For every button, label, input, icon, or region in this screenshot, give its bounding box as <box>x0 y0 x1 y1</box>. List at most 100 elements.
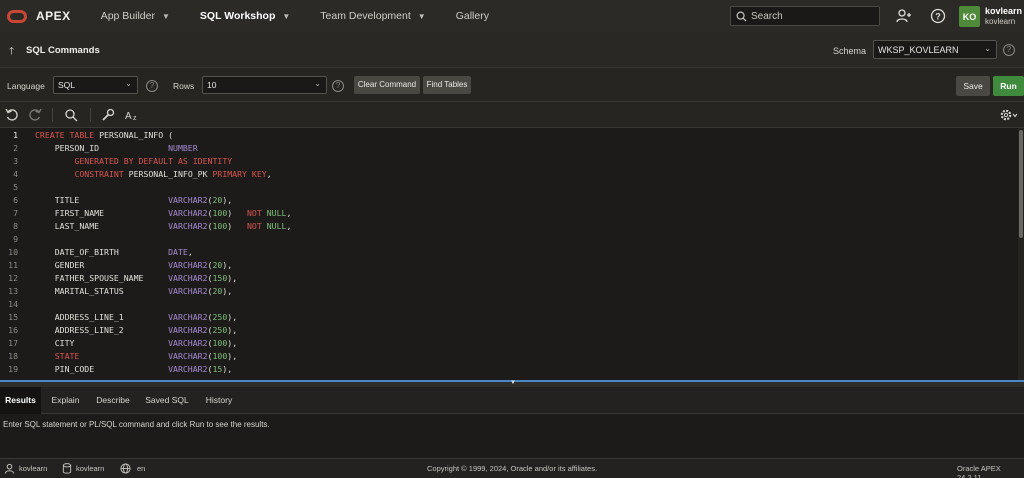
apex-sql-commands-page: APEX App Builder ▼ SQL Workshop ▼ Team D… <box>0 0 1024 478</box>
help-icon[interactable]: ? <box>1003 44 1015 56</box>
code-token: VARCHAR2 <box>168 364 208 374</box>
code-text: DATE_OF_BIRTH DATE, <box>35 246 193 259</box>
nav-app-builder[interactable]: App Builder ▼ <box>101 0 170 32</box>
search-input[interactable]: Search <box>730 6 880 26</box>
help-icon[interactable]: ? <box>930 8 946 24</box>
code-line[interactable]: 4 CONSTRAINT PERSONAL_INFO_PK PRIMARY KE… <box>0 168 1018 181</box>
code-line[interactable]: 1 CREATE TABLE PERSONAL_INFO ( <box>0 129 1018 142</box>
code-line[interactable]: 16 ADDRESS_LINE_2 VARCHAR2(250), <box>0 324 1018 337</box>
code-token: ), <box>227 351 238 361</box>
nav-team-development[interactable]: Team Development ▼ <box>320 0 425 32</box>
line-number: 15 <box>8 312 18 322</box>
nav-gallery[interactable]: Gallery <box>456 0 489 32</box>
avatar[interactable]: KO <box>959 6 980 27</box>
search-icon[interactable] <box>64 108 78 122</box>
chevron-down-icon: ⌄ <box>314 79 321 88</box>
code-text: CONSTRAINT PERSONAL_INFO_PK PRIMARY KEY, <box>35 168 271 181</box>
code-line[interactable]: 19 PIN_CODE VARCHAR2(15), <box>0 363 1018 376</box>
undo-icon[interactable] <box>5 108 19 122</box>
code-text: MARITAL_STATUS VARCHAR2(20), <box>35 285 232 298</box>
code-token: LAST_NAME <box>35 221 169 231</box>
code-token: PIN_CODE <box>35 364 169 374</box>
footer-version: Oracle APEX 24.2.11 <box>957 464 1001 478</box>
tab-history[interactable]: History <box>198 387 240 414</box>
code-line[interactable]: 2 PERSON_ID NUMBER <box>0 142 1018 155</box>
rows-value: 10 <box>207 80 217 90</box>
tab-describe[interactable]: Describe <box>90 387 136 414</box>
editor-toolbar: Az <box>0 102 1024 128</box>
scrollbar-thumb[interactable] <box>1019 130 1023 238</box>
code-token: 15 <box>212 364 223 374</box>
footer-user[interactable]: kovlearn <box>19 464 47 473</box>
clear-command-button[interactable]: Clear Command <box>354 76 420 94</box>
code-token: ), <box>222 364 233 374</box>
apex-brand[interactable]: APEX <box>36 9 71 23</box>
tab-results[interactable]: Results <box>0 387 41 414</box>
save-button[interactable]: Save <box>956 76 990 96</box>
run-button[interactable]: Run <box>993 76 1024 96</box>
code-line[interactable]: 9 <box>0 233 1018 246</box>
code-line[interactable]: 8 LAST_NAME VARCHAR2(100) NOT NULL, <box>0 220 1018 233</box>
nav-gallery-label: Gallery <box>455 10 489 22</box>
footer-workspace[interactable]: kovlearn <box>76 464 104 473</box>
redo-icon[interactable] <box>28 108 42 122</box>
wrench-icon[interactable] <box>101 108 115 122</box>
schema-label: Schema <box>833 46 867 56</box>
code-token: , <box>286 221 292 231</box>
code-line[interactable]: 13 MARITAL_STATUS VARCHAR2(20), <box>0 285 1018 298</box>
code-line[interactable]: 12 FATHER_SPOUSE_NAME VARCHAR2(150), <box>0 272 1018 285</box>
rows-select[interactable]: 10 ⌄ <box>202 76 327 94</box>
search-icon <box>736 11 747 22</box>
code-line[interactable]: 15 ADDRESS_LINE_1 VARCHAR2(250), <box>0 311 1018 324</box>
text-case-icon[interactable]: Az <box>125 108 141 122</box>
code-text: PIN_CODE VARCHAR2(15), <box>35 363 232 376</box>
code-line[interactable]: 5 <box>0 181 1018 194</box>
code-line[interactable]: 18 STATE VARCHAR2(100), <box>0 350 1018 363</box>
code-token: DATE <box>168 247 188 257</box>
line-number: 1 <box>13 130 18 140</box>
code-editor[interactable]: 1 CREATE TABLE PERSONAL_INFO (2 PERSON_ID… <box>0 128 1024 380</box>
code-line[interactable]: 11 GENDER VARCHAR2(20), <box>0 259 1018 272</box>
code-token: ), <box>227 325 238 335</box>
nav-sql-workshop[interactable]: SQL Workshop ▼ <box>200 0 290 32</box>
arrow-up-icon[interactable]: 🡑 <box>9 44 14 61</box>
footer-language[interactable]: en <box>137 464 145 473</box>
language-select[interactable]: SQL ⌄ <box>53 76 138 94</box>
code-line[interactable]: 7 FIRST_NAME VARCHAR2(100) NOT NULL, <box>0 207 1018 220</box>
code-line[interactable]: 17 CITY VARCHAR2(100), <box>0 337 1018 350</box>
code-token: ) <box>227 221 247 231</box>
code-token: FATHER_SPOUSE_NAME <box>35 273 169 283</box>
tab-saved-sql[interactable]: Saved SQL <box>140 387 194 414</box>
code-token: CONSTRAINT <box>74 169 124 179</box>
user-add-icon[interactable] <box>896 8 912 24</box>
code-line[interactable]: 6 TITLE VARCHAR2(20), <box>0 194 1018 207</box>
code-line[interactable]: 14 <box>0 298 1018 311</box>
code-token: ADDRESS_LINE_1 <box>35 312 169 322</box>
caret-down-icon[interactable]: ▼ <box>510 380 516 386</box>
oracle-logo-icon[interactable] <box>7 9 27 23</box>
command-toolbar: Language SQL ⌄ ? Rows 10 ⌄ ? Clear Comma… <box>0 68 1024 102</box>
code-token: VARCHAR2 <box>168 195 208 205</box>
tab-explain[interactable]: Explain <box>45 387 86 414</box>
settings-gear-icon[interactable] <box>999 108 1019 122</box>
code-line[interactable]: 10 DATE_OF_BIRTH DATE, <box>0 246 1018 259</box>
schema-select[interactable]: WKSP_KOVLEARN ⌄ <box>873 40 997 59</box>
code-line[interactable]: 3 GENERATED BY DEFAULT AS IDENTITY <box>0 155 1018 168</box>
code-token: VARCHAR2 <box>168 221 208 231</box>
line-number: 16 <box>8 325 18 335</box>
help-icon[interactable]: ? <box>332 80 344 92</box>
find-tables-button[interactable]: Find Tables <box>423 76 471 94</box>
results-tab-bar: Results Explain Describe Saved SQL Histo… <box>0 387 1024 414</box>
line-number: 13 <box>8 286 18 296</box>
code-token: 100 <box>212 338 228 348</box>
code-token: 250 <box>212 312 228 322</box>
code-token: STATE <box>54 351 80 361</box>
chevron-down-icon: ⌄ <box>984 44 991 53</box>
user-name[interactable]: kovlearn <box>985 6 1022 16</box>
help-icon[interactable]: ? <box>146 80 158 92</box>
code-text: GENDER VARCHAR2(20), <box>35 259 232 272</box>
code-token: 100 <box>212 221 228 231</box>
